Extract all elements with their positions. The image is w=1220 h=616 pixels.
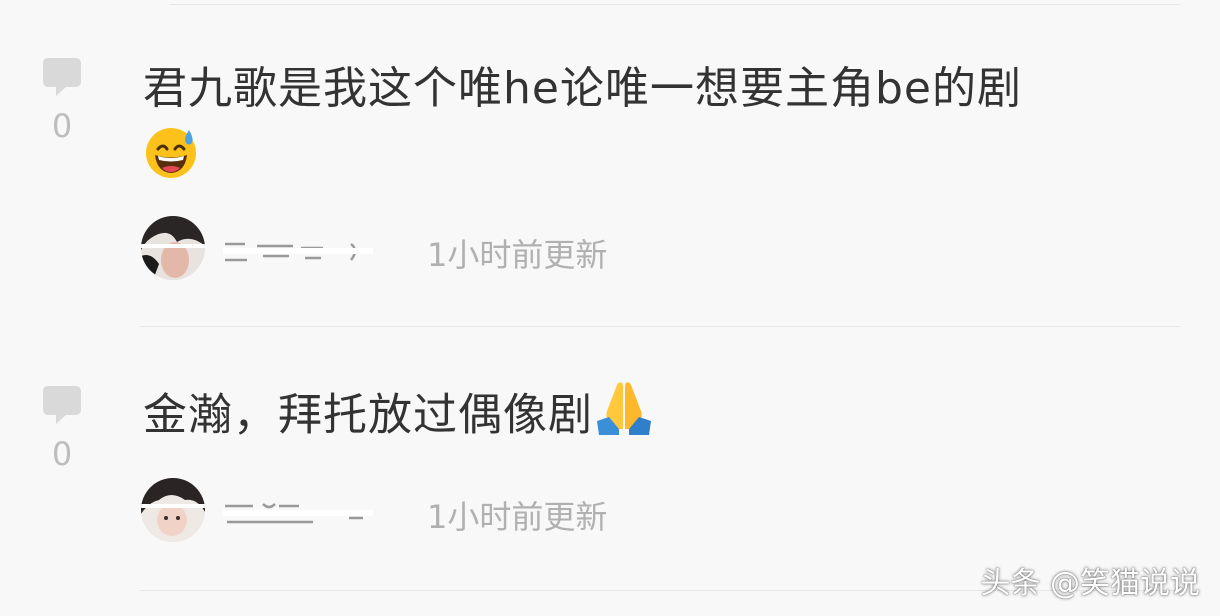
comment-bubble-icon[interactable] [42,56,82,98]
top-divider [170,4,1180,5]
grinning-face-with-sweat-icon [143,124,199,197]
avatar[interactable] [141,216,205,280]
comment-bubble-icon[interactable] [42,384,82,426]
avatar[interactable] [141,478,205,542]
redacted-username [223,238,373,264]
redacted-username [223,500,373,526]
like-count: 0 [51,435,73,473]
like-column: 0 [40,384,84,470]
watermark: 头条 @笑猫说说 [980,566,1200,601]
like-count: 0 [51,107,73,145]
comment-text: 金瀚，拜托放过偶像剧 [143,382,1143,452]
comment-body: 金瀚，拜托放过偶像剧 [143,389,593,441]
comment-list: 0 君九歌是我这个唯he论唯一想要主角be的剧 1小时前更新 0 金瀚，拜托放过… [0,0,1220,616]
comment-timestamp: 1小时前更新 [427,236,608,274]
comment-timestamp: 1小时前更新 [427,498,608,536]
like-column: 0 [40,56,84,142]
comment-body: 君九歌是我这个唯he论唯一想要主角be的剧 [143,63,1022,114]
folded-hands-icon [595,377,653,452]
comment-divider [140,326,1180,327]
comment-text: 君九歌是我这个唯he论唯一想要主角be的剧 [143,58,1143,197]
